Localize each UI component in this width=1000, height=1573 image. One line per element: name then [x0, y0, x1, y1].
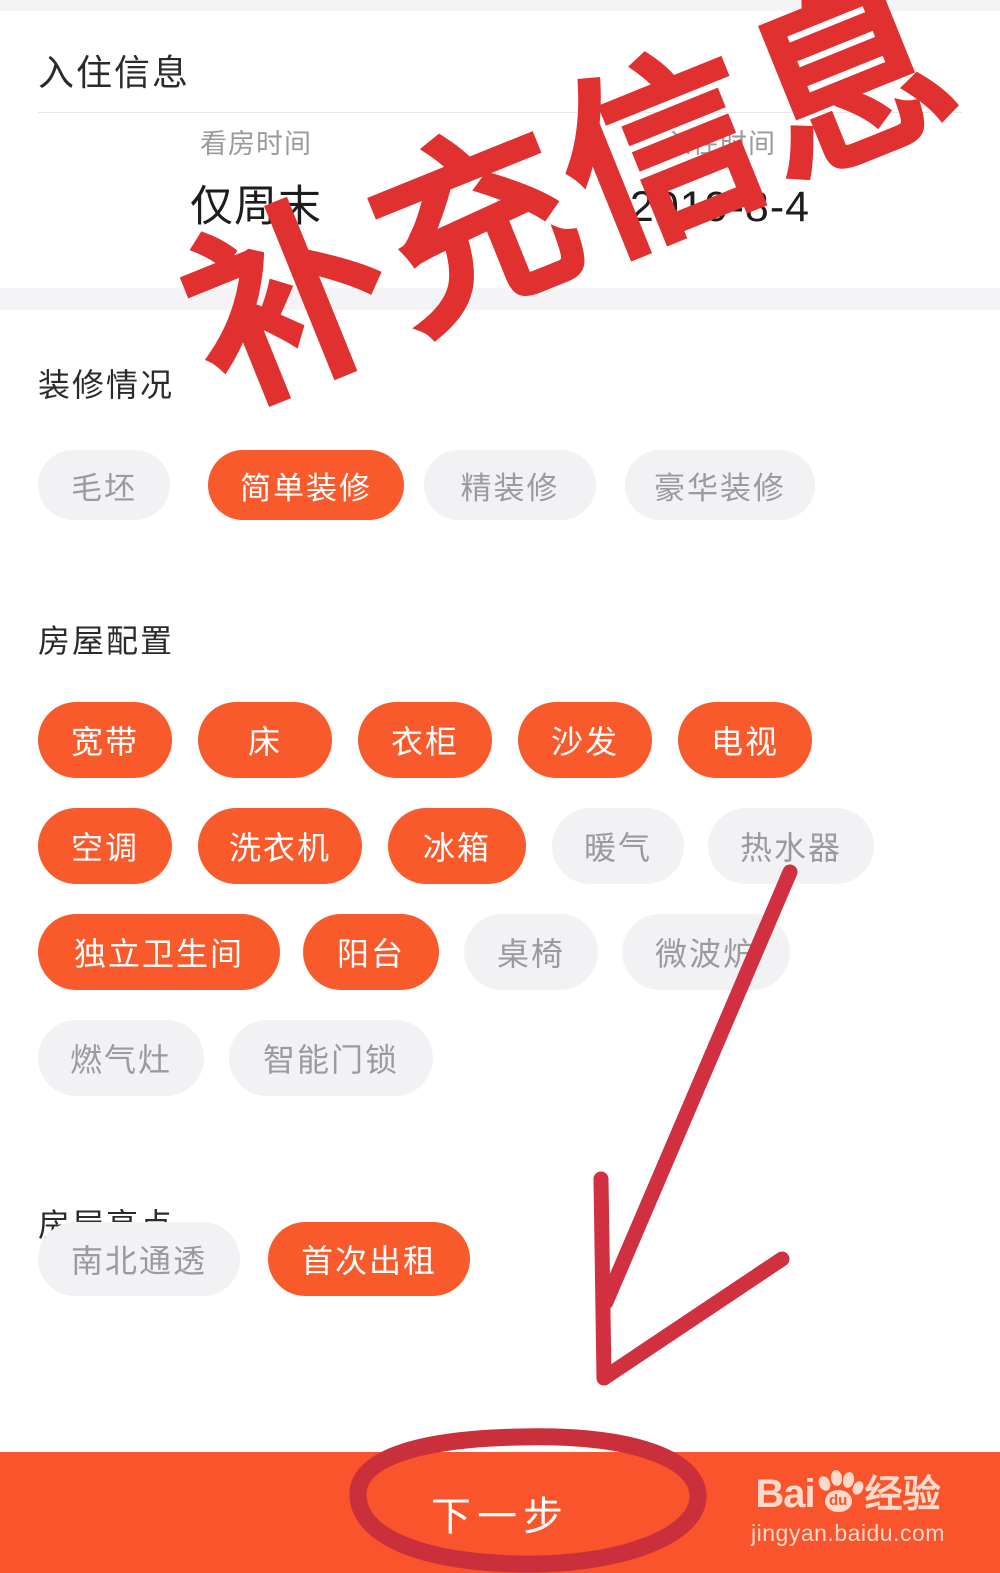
highlight-tag-shou-ci-chu-zu[interactable]: 首次出租 [268, 1222, 470, 1296]
field-vertical-divider [497, 153, 499, 249]
config-tag-ran-qi-zao[interactable]: 燃气灶 [38, 1020, 204, 1096]
config-tag-kuan-dai[interactable]: 宽带 [38, 702, 172, 778]
viewing-time-value: 仅周末 [190, 183, 322, 231]
decoration-tag-jian-dan-zhuang-xiu[interactable]: 简单装修 [208, 450, 404, 520]
configuration-section-title: 房屋配置 [38, 623, 175, 659]
decoration-tag-hao-hua-zhuang-xiu[interactable]: 豪华装修 [625, 450, 815, 520]
highlights-section: 房屋亮点 南北通透 首次出租 [0, 1132, 1000, 1452]
config-tag-re-shui-qi[interactable]: 热水器 [708, 808, 874, 884]
config-tag-nuan-qi[interactable]: 暖气 [552, 808, 684, 884]
config-tag-zhi-neng-men-suo[interactable]: 智能门锁 [229, 1020, 433, 1096]
config-tag-zhuo-yi[interactable]: 桌椅 [464, 914, 598, 990]
checkin-fields: 看房时间 仅周末 入住时间 2019-8-4 [0, 131, 1000, 281]
config-tag-bing-xiang[interactable]: 冰箱 [388, 808, 526, 884]
decoration-section: 装修情况 毛坯 简单装修 精装修 豪华装修 [0, 310, 1000, 572]
bottom-action-bar: 下一步 [0, 1452, 1000, 1573]
config-tag-wei-bo-lu[interactable]: 微波炉 [622, 914, 790, 990]
decoration-tag-jing-zhuang-xiu[interactable]: 精装修 [424, 450, 596, 520]
config-tag-sha-fa[interactable]: 沙发 [518, 702, 652, 778]
highlight-tag-nan-bei-tong-tou[interactable]: 南北通透 [38, 1222, 240, 1296]
config-tag-dian-shi[interactable]: 电视 [678, 702, 812, 778]
movein-time-value: 2019-8-4 [629, 183, 811, 231]
config-tag-kong-tiao[interactable]: 空调 [38, 808, 172, 884]
movein-time-field[interactable]: 入住时间 2019-8-4 [500, 131, 940, 231]
config-tag-xi-yi-ji[interactable]: 洗衣机 [198, 808, 362, 884]
section-divider [38, 112, 962, 113]
next-step-button[interactable]: 下一步 [0, 1452, 1000, 1573]
viewing-time-label: 看房时间 [200, 129, 312, 159]
app-root: 入住信息 看房时间 仅周末 入住时间 2019-8-4 装修情况 毛坯 简单装修… [0, 0, 1000, 1573]
decoration-tag-mao-pi[interactable]: 毛坯 [38, 450, 170, 520]
section-gap-band [0, 288, 1000, 310]
config-tag-yang-tai[interactable]: 阳台 [303, 914, 439, 990]
checkin-section-title: 入住信息 [38, 52, 191, 93]
config-tag-yi-gui[interactable]: 衣柜 [358, 702, 492, 778]
decoration-section-title: 装修情况 [38, 367, 175, 403]
checkin-info-section: 入住信息 看房时间 仅周末 入住时间 2019-8-4 [0, 11, 1000, 288]
viewing-time-field[interactable]: 看房时间 仅周末 [36, 131, 476, 231]
movein-time-label: 入住时间 [664, 129, 776, 159]
config-tag-du-li-wei-sheng-jian[interactable]: 独立卫生间 [38, 914, 280, 990]
configuration-section: 房屋配置 宽带 床 衣柜 沙发 电视 空调 洗衣机 冰箱 暖气 热水器 独立卫生… [0, 572, 1000, 1132]
config-tag-chuang[interactable]: 床 [198, 702, 332, 778]
status-strip [0, 0, 1000, 11]
